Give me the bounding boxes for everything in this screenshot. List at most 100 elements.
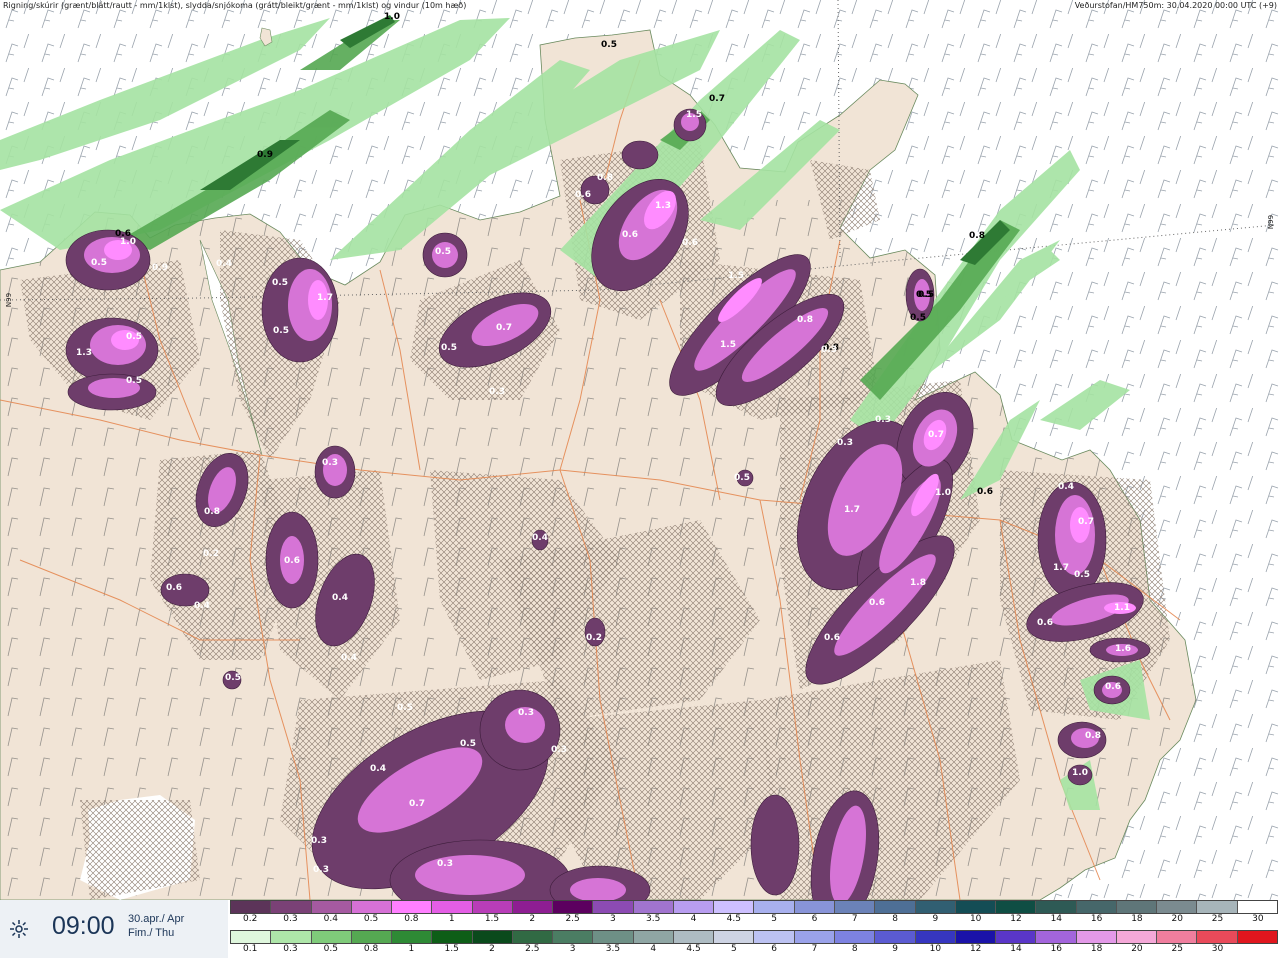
precip-value-label: 0.6	[682, 238, 698, 248]
scale-label: 14	[1050, 914, 1063, 924]
scale-label: 0.4	[323, 914, 338, 924]
precip-value-label: 0.4	[1058, 482, 1074, 492]
precip-value-label: 0.8	[204, 507, 220, 517]
scale-swatch	[794, 931, 835, 943]
forecast-date: 30.apr./ Apr	[128, 913, 185, 925]
scale-swatch	[512, 901, 554, 913]
scale-label: 4.5	[726, 914, 742, 924]
precip-value-label: 1.7	[844, 505, 860, 515]
precip-value-label: 0.3	[551, 745, 567, 755]
precip-value-label: 1.5	[686, 110, 702, 120]
scale-swatch	[754, 931, 795, 943]
precip-value-label: 0.5	[397, 703, 413, 713]
scale-swatch	[633, 931, 674, 943]
precip-value-label: 0.5	[435, 247, 451, 257]
scale-label: 0.3	[283, 944, 298, 954]
precip-value-label: 0.4	[216, 259, 232, 269]
scale-swatch	[553, 931, 594, 943]
scale-label: 20	[1131, 944, 1143, 954]
precip-value-label: 0.5	[1074, 570, 1090, 580]
scale-label: 1	[448, 914, 455, 924]
scale-label: 14	[1010, 944, 1022, 954]
precip-value-label: 0.7	[1078, 517, 1094, 527]
scale-swatch	[1237, 901, 1277, 913]
scale-label: 9	[932, 914, 939, 924]
scale-label: 3	[569, 944, 576, 954]
scale-label: 0.1	[242, 944, 258, 954]
scale-swatch	[1036, 901, 1077, 913]
scale-swatch	[1197, 931, 1238, 943]
precip-value-label: 0.4	[532, 533, 548, 543]
scale-swatch	[1036, 931, 1077, 943]
precip-value-label: 1.0	[384, 12, 400, 22]
precip-value-label: 0.8	[797, 315, 813, 325]
precip-value-label: 1.6	[1115, 644, 1131, 654]
scale-label: 7	[851, 914, 858, 924]
scale-label: 12	[1010, 914, 1022, 924]
precip-value-label: 0.7	[496, 323, 512, 333]
precip-value-label: 0.3	[875, 415, 891, 425]
forecast-map: 1.0 0.5 0.7 0.9 0.8 0.6 0.5 0.5 0.8 1.5 1.3 0.6 0.8 0…	[0, 0, 1280, 900]
scale-swatch	[955, 931, 997, 943]
rain-scale-swatches	[230, 930, 1278, 944]
rain-scale-labels: 0.1 0.3 0.5 0.8 1 1.5 2 2.5 3 3.5 4 4.5 5 6 7 8 9 10 12 14 1…	[230, 944, 1278, 956]
scale-label: 30	[1211, 944, 1224, 954]
snow-scale-swatches	[230, 900, 1278, 914]
precip-value-label: 0.5	[918, 290, 934, 300]
scale-label: 4	[690, 914, 697, 924]
scale-swatch	[432, 931, 473, 943]
scale-swatch	[271, 901, 312, 913]
scale-swatch	[996, 931, 1037, 943]
scale-swatch	[794, 901, 835, 913]
scale-label: 4.5	[686, 944, 701, 954]
scale-label: 6	[811, 914, 818, 924]
scale-label: 6	[771, 944, 778, 954]
scale-label: 1.5	[444, 944, 459, 954]
precip-value-label: 0.6	[622, 230, 638, 240]
scale-swatch	[915, 901, 956, 913]
scale-label: 25	[1171, 944, 1183, 954]
scale-label: 5	[771, 914, 778, 924]
precip-value-label: 0.5	[460, 739, 476, 749]
precip-value-label: 0.7	[409, 799, 425, 809]
precip-value-label: 1.8	[910, 578, 926, 588]
scale-swatch	[834, 931, 876, 943]
scale-swatch	[553, 901, 594, 913]
precip-value-label: 0.8	[597, 173, 613, 183]
scale-label: 4	[650, 944, 657, 954]
scale-swatch	[1076, 901, 1117, 913]
precip-value-label: 1.0	[1072, 768, 1088, 778]
precip-value-label: 0.3	[311, 836, 327, 846]
scale-label: 16	[1050, 944, 1063, 954]
precip-value-label: 1.7	[1053, 563, 1069, 573]
forecast-weekday: Fim./ Thu	[128, 927, 175, 939]
precip-value-label: 0.5	[126, 332, 142, 342]
precip-value-label: 0.6	[824, 633, 840, 643]
scale-swatch	[875, 901, 916, 913]
rain-color-scale: 0.1 0.3 0.5 0.8 1 1.5 2 2.5 3 3.5 4 4.5 5 6 7 8 9 10 12 14 1…	[230, 930, 1278, 956]
precip-value-label: 1.3	[76, 348, 92, 358]
scale-label: 18	[1131, 914, 1143, 924]
map-description: Rigning/skúrir (grænt/blátt/rautt - mm/1…	[3, 1, 467, 10]
precip-value-label: 0.5	[272, 278, 288, 288]
precip-value-label: 0.5	[734, 473, 750, 483]
scale-label: 10	[929, 944, 942, 954]
precip-value-label: 0.4	[341, 653, 357, 663]
precip-value-label: 0.6	[284, 556, 300, 566]
scale-swatch	[472, 901, 513, 913]
precip-value-label: 1.0	[120, 237, 136, 247]
scale-swatch	[512, 931, 554, 943]
scale-swatch	[673, 931, 715, 943]
scale-label: 3	[610, 914, 616, 924]
scale-swatch	[1116, 931, 1158, 943]
sun-moon-icon	[10, 920, 28, 938]
snow-scale-labels: 0.2 0.3 0.4 0.5 0.8 1 1.5 2 2.5 3 3.5 4 4.5 5 6 7 8 9 10 12…	[230, 914, 1278, 926]
precip-value-label: 0.7	[709, 94, 725, 104]
scale-swatch	[754, 901, 795, 913]
coordinate-label-right: N99	[1266, 214, 1275, 230]
precip-value-label: 0.6	[1037, 618, 1053, 628]
precip-value-label: 0.3	[518, 708, 534, 718]
precip-value-label: 0.7	[928, 430, 944, 440]
precip-value-label: 0.4	[332, 593, 348, 603]
precip-value-label: 0.4	[194, 601, 210, 611]
